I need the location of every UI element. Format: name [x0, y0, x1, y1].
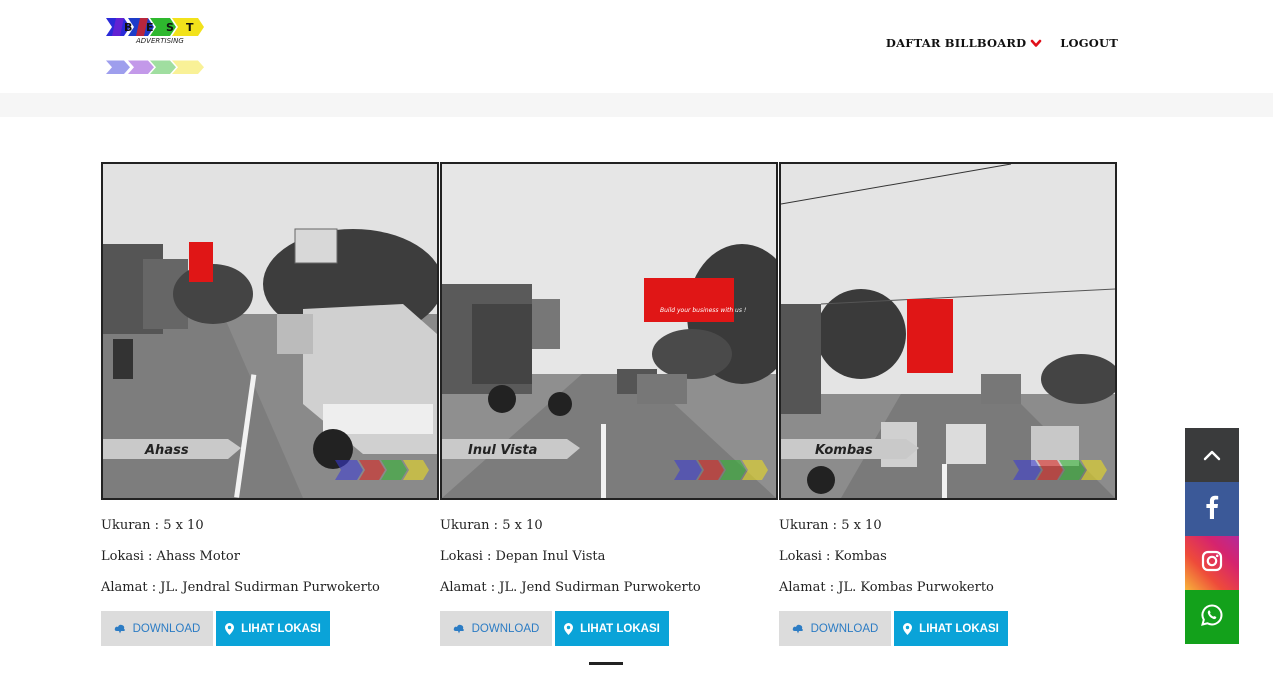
instagram-icon: [1201, 550, 1223, 576]
billboard-card: Ahass Ukuran : 5 x 10 Lokasi : Ahass Mot…: [101, 162, 439, 646]
download-label: DOWNLOAD: [810, 622, 879, 635]
download-button[interactable]: DOWNLOAD: [440, 611, 552, 646]
alamat-text: Alamat : JL. Jendral Sudirman Purwokerto: [101, 580, 380, 595]
carousel-indicator[interactable]: [589, 662, 623, 665]
cloud-download-icon: [453, 624, 465, 634]
chevron-down-icon: [1030, 38, 1042, 48]
ukuran-text: Ukuran : 5 x 10: [101, 518, 204, 533]
lihat-lokasi-label: LIHAT LOKASI: [241, 622, 321, 635]
download-label: DOWNLOAD: [471, 622, 540, 635]
download-button[interactable]: DOWNLOAD: [101, 611, 213, 646]
logo-letter: B: [124, 21, 132, 34]
facebook-button[interactable]: [1185, 482, 1239, 536]
lihat-lokasi-button[interactable]: LIHAT LOKASI: [216, 611, 330, 646]
lihat-lokasi-button[interactable]: LIHAT LOKASI: [555, 611, 669, 646]
whatsapp-button[interactable]: [1185, 590, 1239, 644]
cloud-download-icon: [792, 624, 804, 634]
scroll-top-button[interactable]: [1185, 428, 1239, 482]
billboard-photo[interactable]: Kombas: [779, 162, 1117, 500]
nav-daftar-billboard[interactable]: DAFTAR BILLBOARD: [886, 36, 1042, 50]
instagram-button[interactable]: [1185, 536, 1239, 590]
ukuran-text: Ukuran : 5 x 10: [440, 518, 543, 533]
lihat-lokasi-button[interactable]: LIHAT LOKASI: [894, 611, 1008, 646]
ukuran-text: Ukuran : 5 x 10: [779, 518, 882, 533]
alamat-text: Alamat : JL. Kombas Purwokerto: [779, 580, 994, 595]
lihat-lokasi-label: LIHAT LOKASI: [919, 622, 999, 635]
map-marker-icon: [564, 622, 574, 635]
logo-letter: E: [146, 21, 154, 34]
social-sidebar: [1185, 428, 1239, 644]
logo-letter: S: [166, 21, 174, 34]
lokasi-text: Lokasi : Depan Inul Vista: [440, 549, 606, 564]
main-nav: DAFTAR BILLBOARD LOGOUT: [886, 36, 1118, 50]
nav-logout-label: LOGOUT: [1060, 36, 1118, 50]
billboard-photo[interactable]: Build your business with us ! Inul Vista: [440, 162, 778, 500]
photo-caption: Kombas: [815, 443, 873, 458]
facebook-icon: [1205, 495, 1219, 523]
site-header: B E S T ADVERTISING DAFTAR BILLBOARD LOG…: [0, 0, 1273, 93]
logo-subtext: ADVERTISING: [135, 37, 184, 45]
nav-daftar-billboard-label: DAFTAR BILLBOARD: [885, 36, 1027, 50]
svg-text:Build your business with us !: Build your business with us !: [660, 307, 746, 314]
whatsapp-icon: [1201, 604, 1223, 630]
billboard-card: Kombas Ukuran : 5 x 10 Lokasi : Kombas A…: [779, 162, 1117, 646]
download-label: DOWNLOAD: [132, 622, 201, 635]
photo-caption: Ahass: [144, 443, 189, 458]
header-band: [0, 93, 1273, 117]
billboard-photo[interactable]: Ahass: [101, 162, 439, 500]
alamat-text: Alamat : JL. Jend Sudirman Purwokerto: [440, 580, 701, 595]
map-marker-icon: [225, 622, 235, 635]
download-button[interactable]: DOWNLOAD: [779, 611, 891, 646]
nav-logout[interactable]: LOGOUT: [1060, 36, 1118, 50]
chevron-up-icon: [1203, 446, 1221, 465]
site-logo[interactable]: B E S T ADVERTISING: [102, 10, 208, 82]
photo-caption: Inul Vista: [468, 443, 537, 458]
lihat-lokasi-label: LIHAT LOKASI: [580, 622, 660, 635]
map-marker-icon: [903, 622, 913, 635]
cloud-download-icon: [114, 624, 126, 634]
lokasi-text: Lokasi : Ahass Motor: [101, 549, 240, 564]
lokasi-text: Lokasi : Kombas: [779, 549, 887, 564]
billboard-card: Build your business with us ! Inul Vista…: [440, 162, 778, 646]
logo-letter: T: [186, 21, 194, 34]
